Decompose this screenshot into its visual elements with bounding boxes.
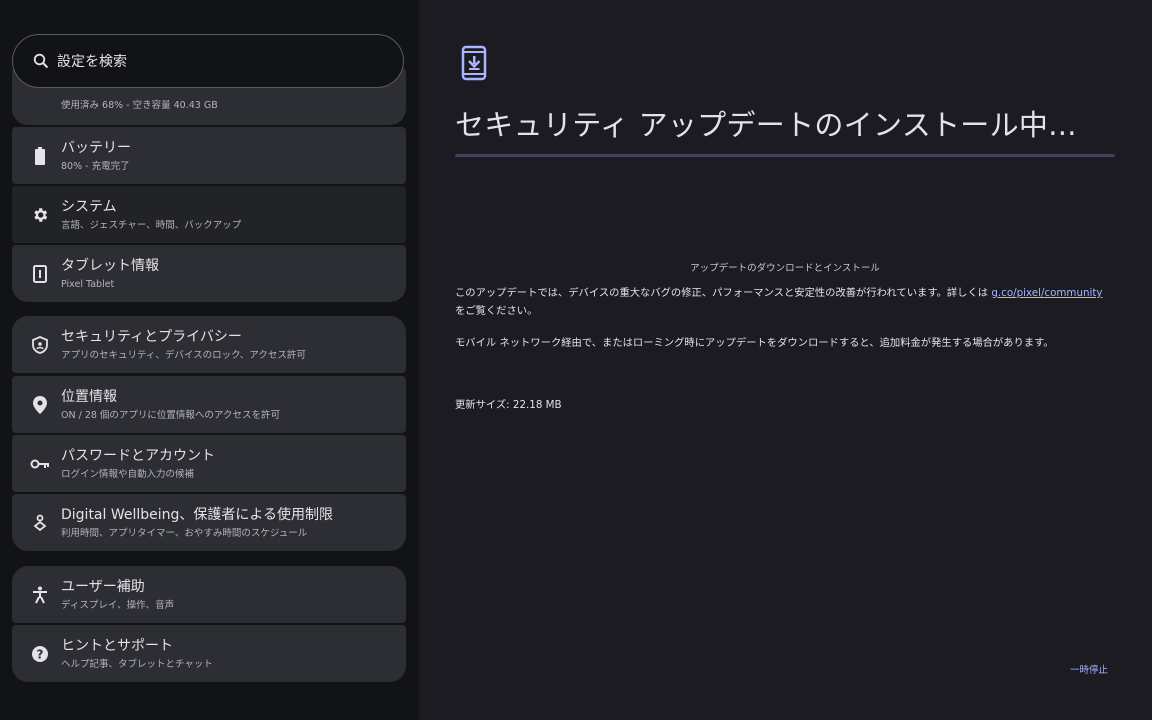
- settings-item-accessibility[interactable]: ユーザー補助 ディスプレイ、操作、音声: [12, 566, 406, 623]
- settings-item-title: ユーザー補助: [61, 578, 145, 595]
- settings-item-title: Digital Wellbeing、保護者による使用制限: [61, 506, 333, 523]
- key-icon: [30, 454, 50, 474]
- settings-item-title: ヒントとサポート: [61, 637, 173, 654]
- settings-item-battery[interactable]: バッテリー 80% - 充電完了: [12, 127, 406, 184]
- settings-item-help[interactable]: ? ヒントとサポート ヘルプ記事、タブレットとチャット: [12, 625, 406, 682]
- help-icon: ?: [30, 644, 50, 664]
- search-bar[interactable]: 設定を検索: [12, 34, 404, 88]
- community-link[interactable]: g.co/pixel/community: [991, 287, 1102, 299]
- phone-download-icon: [461, 45, 487, 81]
- settings-item-subtitle: 使用済み 68% - 空き容量 40.43 GB: [61, 100, 218, 111]
- settings-item-security[interactable]: セキュリティとプライバシー アプリのセキュリティ、デバイスのロック、アクセス許可: [12, 316, 406, 373]
- settings-item-system[interactable]: システム 言語、ジェスチャー、時間、バックアップ: [12, 186, 406, 243]
- pause-button[interactable]: 一時停止: [1070, 662, 1108, 676]
- settings-item-title: パスワードとアカウント: [61, 447, 215, 464]
- settings-item-subtitle: アプリのセキュリティ、デバイスのロック、アクセス許可: [61, 349, 306, 361]
- battery-icon: [30, 146, 50, 166]
- settings-item-digital-wellbeing[interactable]: Digital Wellbeing、保護者による使用制限 利用時間、アプリタイマ…: [12, 494, 406, 551]
- settings-item-title: タブレット情報: [61, 257, 159, 274]
- settings-item-subtitle: 80% - 充電完了: [61, 160, 130, 172]
- settings-item-title: システム: [61, 198, 117, 215]
- wellbeing-icon: [30, 513, 50, 533]
- update-description: このアップデートでは、デバイスの重大なバグの修正、パフォーマンスと安定性の改善が…: [455, 284, 1115, 320]
- location-pin-icon: [30, 395, 50, 415]
- settings-item-title: セキュリティとプライバシー: [61, 328, 242, 345]
- settings-item-subtitle: 言語、ジェスチャー、時間、バックアップ: [61, 219, 242, 231]
- tablet-info-icon: [30, 264, 50, 284]
- settings-item-title: 位置情報: [61, 388, 117, 405]
- settings-item-title: バッテリー: [61, 139, 131, 156]
- page-title: セキュリティ アップデートのインストール中...: [455, 108, 1077, 142]
- svg-text:?: ?: [37, 647, 44, 661]
- settings-item-location[interactable]: 位置情報 ON / 28 個のアプリに位置情報へのアクセスを許可: [12, 376, 406, 433]
- update-size: 更新サイズ: 22.18 MB: [455, 399, 562, 411]
- search-icon: [33, 53, 49, 69]
- search-placeholder: 設定を検索: [57, 54, 127, 70]
- settings-list-pane: 使用済み 68% - 空き容量 40.43 GB バッテリー 80% - 充電完…: [0, 0, 419, 720]
- settings-item-passwords[interactable]: パスワードとアカウント ログイン情報や自動入力の候補: [12, 435, 406, 492]
- gear-icon: [30, 205, 50, 225]
- settings-item-subtitle: ログイン情報や自動入力の候補: [61, 468, 195, 480]
- accessibility-icon: [30, 585, 50, 605]
- settings-item-about-tablet[interactable]: タブレット情報 Pixel Tablet: [12, 245, 406, 302]
- settings-item-subtitle: 利用時間、アプリタイマー、おやすみ時間のスケジュール: [61, 527, 308, 539]
- settings-item-subtitle: Pixel Tablet: [61, 278, 115, 290]
- settings-item-subtitle: ディスプレイ、操作、音声: [61, 599, 175, 611]
- shield-icon: [30, 335, 50, 355]
- settings-item-subtitle: ヘルプ記事、タブレットとチャット: [61, 658, 213, 670]
- update-detail-pane: セキュリティ アップデートのインストール中... アップデートのダウンロードとイ…: [419, 0, 1152, 720]
- network-charge-note: モバイル ネットワーク経由で、またはローミング時にアップデートをダウンロードする…: [455, 337, 1054, 349]
- settings-item-subtitle: ON / 28 個のアプリに位置情報へのアクセスを許可: [61, 409, 280, 421]
- description-text-end: をご覧ください。: [455, 305, 538, 317]
- section-title: アップデートのダウンロードとインストール: [690, 263, 880, 274]
- description-text: このアップデートでは、デバイスの重大なバグの修正、パフォーマンスと安定性の改善が…: [455, 287, 992, 299]
- update-progress-bar: [455, 154, 1115, 157]
